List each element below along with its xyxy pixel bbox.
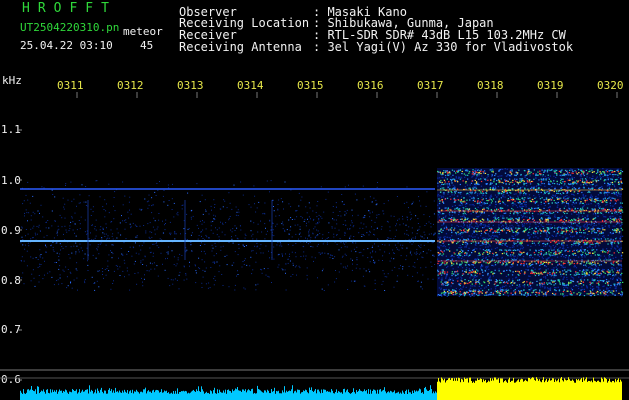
spectrogram [0, 92, 629, 400]
noise-region-left [20, 180, 436, 291]
level-meter [20, 377, 622, 400]
